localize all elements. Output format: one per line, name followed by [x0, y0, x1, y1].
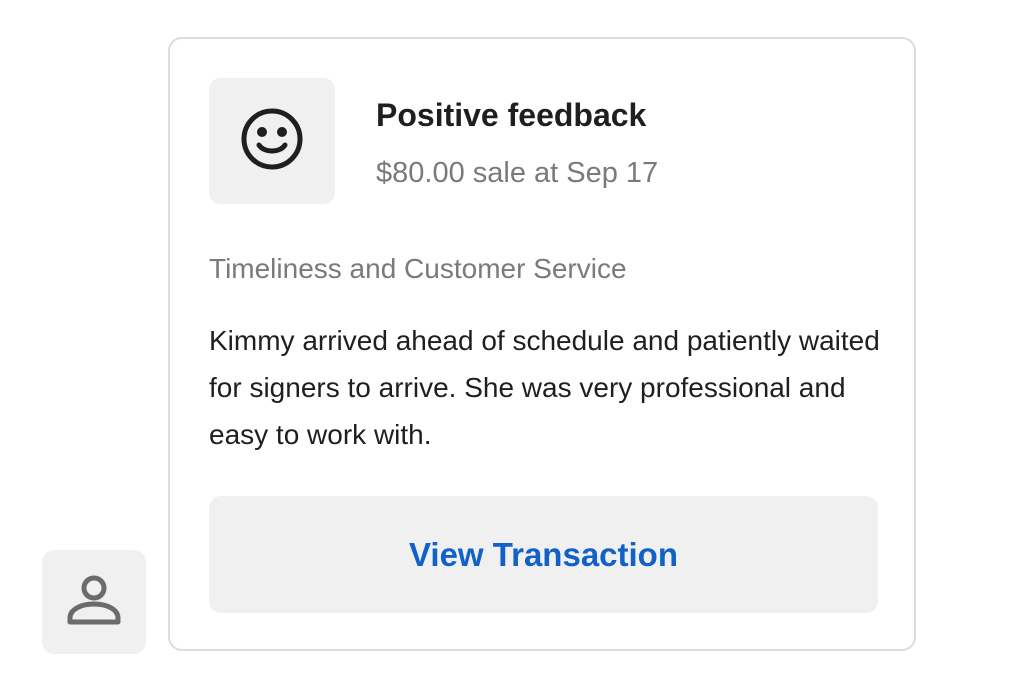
feedback-comment: Kimmy arrived ahead of schedule and pati…: [209, 325, 880, 450]
feedback-title: Positive feedback: [376, 97, 647, 133]
avatar[interactable]: [42, 550, 146, 654]
person-icon: [66, 574, 122, 631]
feedback-category: Timeliness and Customer Service: [209, 253, 627, 284]
sale-summary: $80.00 sale at Sep 17: [376, 157, 659, 189]
feedback-icon-container: [209, 78, 335, 204]
feedback-card: Positive feedback $80.00 sale at Sep 17 …: [168, 37, 916, 651]
view-transaction-button[interactable]: View Transaction: [209, 496, 878, 613]
smiley-face-icon: [240, 107, 304, 176]
